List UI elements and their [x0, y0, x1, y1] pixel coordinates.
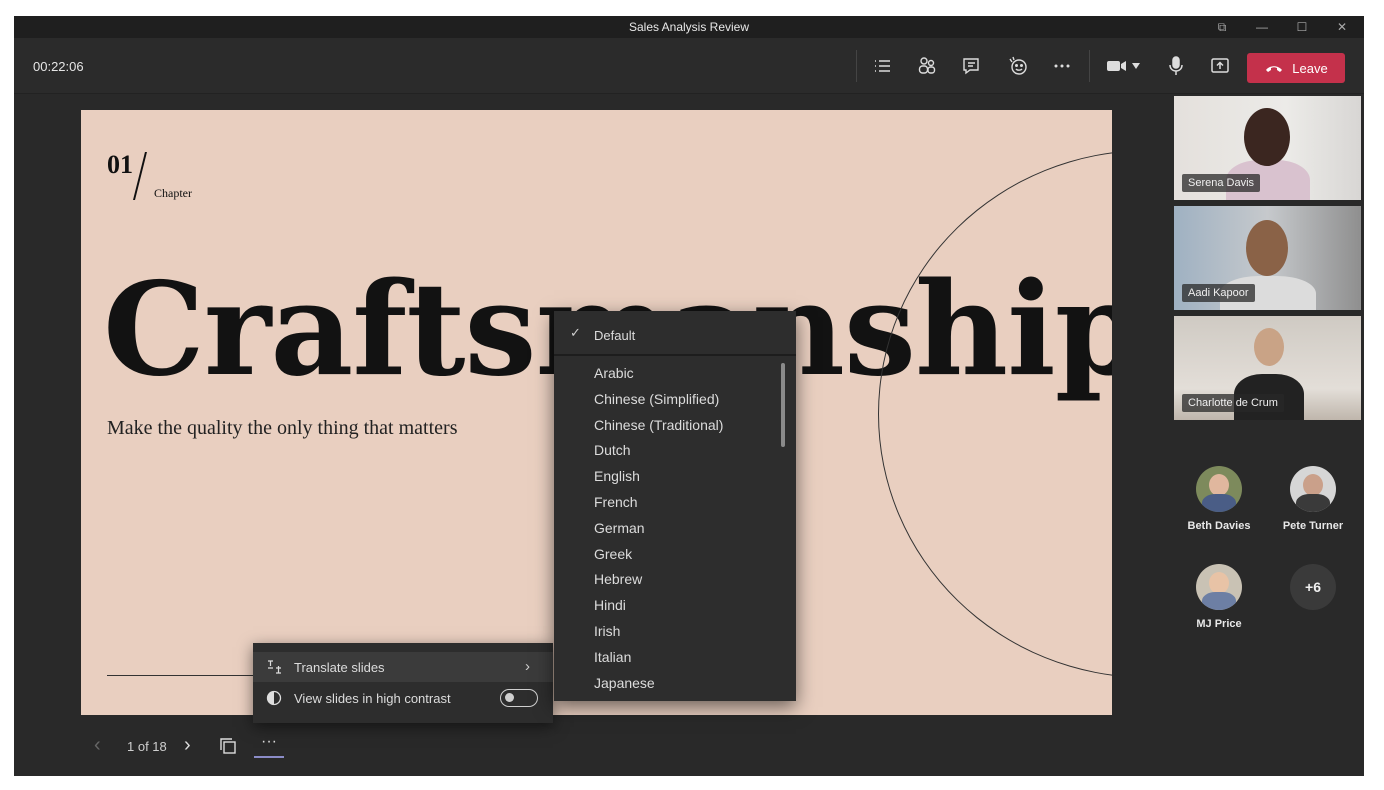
participant-avatars: Beth Davies Pete Turner MJ Price +6: [1174, 466, 1364, 646]
language-default-label: Default: [594, 328, 636, 343]
language-item[interactable]: French: [554, 489, 796, 515]
chevron-right-icon: ›: [525, 658, 530, 675]
language-list: Arabic Chinese (Simplified) Chinese (Tra…: [554, 360, 796, 695]
chapter-divider: [133, 152, 147, 200]
language-item[interactable]: Irish: [554, 618, 796, 644]
leave-button[interactable]: Leave: [1247, 53, 1345, 83]
language-item[interactable]: English: [554, 463, 796, 489]
video-tile[interactable]: Serena Davis: [1174, 96, 1361, 200]
translate-icon: [268, 660, 281, 674]
avatar-photo: [1290, 466, 1336, 512]
slide-counter: 1 of 18: [127, 739, 167, 754]
close-button[interactable]: ✕: [1328, 18, 1356, 36]
avatar-face: [1303, 474, 1323, 496]
more-options-button[interactable]: ···: [254, 732, 284, 758]
participant-name: Aadi Kapoor: [1182, 284, 1255, 302]
avatar[interactable]: MJ Price: [1174, 564, 1264, 630]
share-icon[interactable]: [1205, 52, 1235, 80]
video-tile[interactable]: Aadi Kapoor: [1174, 206, 1361, 310]
chapter-label: Chapter: [154, 186, 192, 200]
language-item[interactable]: Italian: [554, 644, 796, 670]
more-participants[interactable]: +6: [1268, 564, 1358, 610]
participant-head: [1244, 108, 1290, 166]
toggle-knob: [505, 693, 514, 702]
avatar[interactable]: Beth Davies: [1174, 466, 1264, 532]
leave-label: Leave: [1292, 60, 1328, 76]
slide-subtitle: Make the quality the only thing that mat…: [107, 417, 458, 439]
high-contrast-item[interactable]: View slides in high contrast: [253, 683, 553, 713]
overflow-count: +6: [1290, 564, 1336, 610]
avatar-body: [1202, 494, 1236, 512]
translate-slides-item[interactable]: Translate slides ›: [253, 652, 553, 682]
avatar-body: [1202, 592, 1236, 610]
checkmark-icon: ✓: [570, 325, 581, 340]
slide-rule: [107, 675, 257, 676]
avatar-photo: [1196, 564, 1242, 610]
language-default-item[interactable]: ✓ Default: [554, 311, 796, 356]
toolbar-divider: [1089, 50, 1090, 82]
high-contrast-toggle[interactable]: [500, 689, 538, 707]
people-icon[interactable]: [912, 52, 942, 80]
language-menu: ✓ Default Arabic Chinese (Simplified) Ch…: [554, 311, 796, 701]
avatar[interactable]: Pete Turner: [1268, 466, 1358, 532]
decorative-circle: [878, 150, 1112, 678]
avatar-name: Pete Turner: [1282, 520, 1344, 532]
language-item[interactable]: German: [554, 515, 796, 541]
language-item[interactable]: Chinese (Simplified): [554, 386, 796, 412]
avatar-face: [1209, 572, 1229, 594]
maximize-button[interactable]: ☐: [1288, 18, 1316, 36]
mic-icon[interactable]: [1161, 52, 1191, 80]
slide-grid-icon[interactable]: [218, 736, 238, 756]
language-item[interactable]: Greek: [554, 541, 796, 567]
minimize-button[interactable]: —: [1248, 18, 1276, 36]
language-item[interactable]: Hindi: [554, 592, 796, 618]
window-title: Sales Analysis Review: [628, 20, 750, 34]
high-contrast-label: View slides in high contrast: [294, 691, 451, 706]
more-icon[interactable]: [1047, 52, 1077, 80]
camera-icon[interactable]: [1102, 52, 1146, 80]
meeting-timer: 00:22:06: [33, 59, 84, 74]
avatar-name: MJ Price: [1196, 618, 1242, 630]
participant-head: [1254, 328, 1284, 366]
chat-icon[interactable]: [956, 52, 986, 80]
teams-meeting-window: Sales Analysis Review ⧉ — ☐ ✕ 00:22:06 L…: [14, 16, 1364, 776]
language-item[interactable]: Hebrew: [554, 566, 796, 592]
language-item[interactable]: Dutch: [554, 437, 796, 463]
previous-slide-button[interactable]: ‹: [94, 734, 112, 757]
list-icon[interactable]: [868, 52, 898, 80]
translate-slides-label: Translate slides: [294, 660, 385, 675]
avatar-photo: [1196, 466, 1242, 512]
slide-navigation: ‹ 1 of 18 › ···: [94, 732, 294, 762]
chapter-number: 01: [107, 150, 133, 179]
popout-icon[interactable]: ⧉: [1208, 18, 1236, 36]
language-item[interactable]: Chinese (Traditional): [554, 412, 796, 438]
reactions-icon[interactable]: [1003, 52, 1033, 80]
avatar-face: [1209, 474, 1229, 496]
meeting-toolbar: 00:22:06 Leave: [14, 38, 1364, 94]
title-bar: Sales Analysis Review ⧉ — ☐ ✕: [14, 16, 1364, 38]
language-scrollbar[interactable]: [781, 363, 785, 447]
participant-head: [1246, 220, 1288, 276]
avatar-body: [1296, 494, 1330, 512]
participant-name: Serena Davis: [1182, 174, 1261, 192]
participant-name: Charlotte de Crum: [1182, 394, 1284, 412]
next-slide-button[interactable]: ›: [184, 734, 202, 757]
language-item[interactable]: Arabic: [554, 360, 796, 386]
contrast-icon: [266, 690, 282, 706]
hangup-icon: [1266, 66, 1283, 72]
avatar-name: Beth Davies: [1187, 520, 1251, 532]
toolbar-divider: [856, 50, 857, 82]
language-item[interactable]: Japanese: [554, 670, 796, 696]
video-tile[interactable]: Charlotte de Crum: [1174, 316, 1361, 420]
slide-options-menu: Translate slides › View slides in high c…: [253, 643, 553, 723]
